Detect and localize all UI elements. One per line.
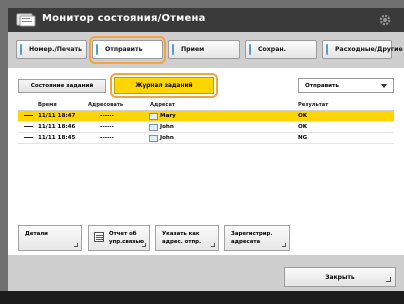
address-book-icon: [149, 113, 158, 120]
table-header: Время Адресовать Адресат Результат: [18, 100, 394, 110]
corner-arrow-icon: [74, 243, 78, 247]
set-destination-label-line2: адрес. отпр.: [162, 239, 202, 245]
table-row[interactable]: 11/11 18:47 ------ Mary OK: [18, 111, 394, 122]
window-title: Монитор состояния/Отмена: [42, 13, 206, 24]
column-header-time: Время: [38, 102, 57, 108]
cell-time: 11/11 18:47: [38, 113, 76, 119]
send-type-icon: [24, 115, 33, 117]
tab-bar: Номер./Печать Отправить Прием Сохран. Ра…: [8, 32, 404, 68]
set-destination-label-line1: Указать как: [162, 231, 200, 237]
tab-label: Сохран.: [258, 46, 287, 53]
corner-arrow-icon: [142, 243, 146, 247]
cell-result: NG: [298, 135, 308, 141]
column-header-destination: Адресат: [150, 102, 176, 108]
tab-label: Номер./Печать: [29, 46, 83, 53]
column-header-department: Адресовать: [88, 102, 124, 108]
tab-send-highlight: [89, 36, 166, 64]
send-type-icon: [24, 137, 33, 139]
cell-time: 11/11 18:45: [38, 135, 76, 141]
bottom-strip: [0, 291, 404, 304]
details-label: Детали: [25, 231, 48, 237]
cell-destination: John: [160, 135, 174, 141]
cell-result: OK: [298, 124, 308, 130]
chevron-down-icon: [381, 84, 387, 88]
close-label: Закрыть: [325, 273, 355, 281]
title-bar: Монитор состояния/Отмена: [8, 8, 404, 32]
tab-indicator: [326, 44, 328, 55]
column-header-result: Результат: [298, 102, 329, 108]
subtab-job-log-highlight: [110, 73, 218, 98]
tab-indicator: [249, 44, 251, 55]
cell-result: OK: [298, 113, 308, 119]
comm-report-button[interactable]: Отчет об упр.связью: [88, 225, 150, 251]
cell-destination: Mary: [160, 113, 176, 119]
tab-consumables[interactable]: Расходные/Другие: [322, 40, 403, 59]
table-row[interactable]: 11/11 18:46 ------ John OK: [18, 122, 394, 133]
job-type-dropdown[interactable]: Отправить: [298, 78, 394, 93]
register-label-line1: Зарегистрир.: [231, 231, 273, 237]
main-panel: Состояние заданий Журнал заданий Отправи…: [8, 68, 404, 255]
cell-time: 11/11 18:46: [38, 124, 76, 130]
comm-report-label-line1: Отчет об: [109, 231, 137, 237]
comm-report-label-line2: упр.связью: [109, 239, 144, 245]
address-book-icon: [149, 135, 158, 142]
cell-destination: John: [160, 124, 174, 130]
corner-arrow-icon: [282, 243, 286, 247]
corner-arrow-icon: [386, 277, 391, 282]
screen-frame: Монитор состояния/Отмена Номер./Печать О…: [0, 0, 404, 304]
cell-department: ------: [100, 113, 114, 119]
monitor-icon: [16, 13, 36, 27]
tab-store[interactable]: Сохран.: [245, 40, 317, 59]
address-book-icon: [149, 124, 158, 131]
tab-label: Расходные/Другие: [335, 46, 403, 53]
tab-indicator: [20, 44, 22, 55]
subtab-job-status[interactable]: Состояние заданий: [18, 79, 106, 93]
gear-icon[interactable]: [378, 13, 392, 27]
corner-arrow-icon: [211, 243, 215, 247]
close-button[interactable]: Закрыть: [284, 267, 396, 287]
report-icon: [94, 232, 104, 242]
tab-copy-print[interactable]: Номер./Печать: [16, 40, 87, 59]
tab-indicator: [172, 44, 174, 55]
cell-department: ------: [100, 124, 114, 130]
register-destination-button[interactable]: Зарегистрир. адресата: [224, 225, 290, 251]
tab-receive[interactable]: Прием: [168, 40, 240, 59]
job-log-table: 11/11 18:47 ------ Mary OK 11/11 18:46 -…: [18, 110, 394, 238]
tab-label: Прием: [181, 46, 205, 53]
register-label-line2: адресата: [231, 239, 261, 245]
details-button[interactable]: Детали: [18, 225, 82, 251]
set-as-destination-button[interactable]: Указать как адрес. отпр.: [155, 225, 219, 251]
send-type-icon: [24, 126, 33, 128]
cell-department: ------: [100, 135, 114, 141]
dropdown-value: Отправить: [305, 82, 339, 89]
table-row[interactable]: 11/11 18:45 ------ John NG: [18, 133, 394, 144]
